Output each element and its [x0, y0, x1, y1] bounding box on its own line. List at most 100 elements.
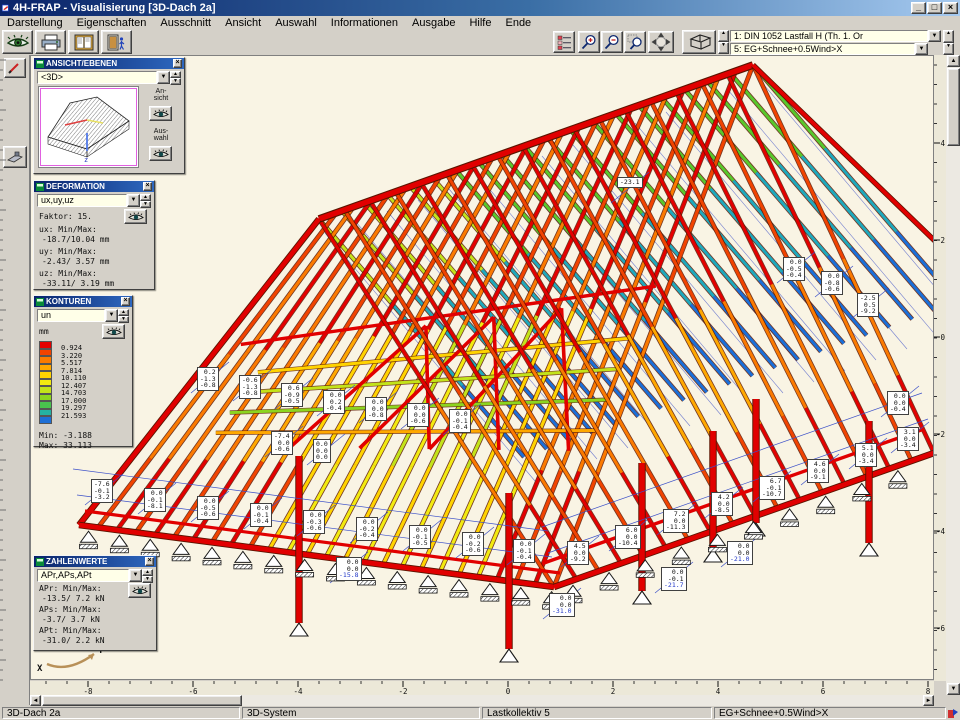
konturen-quantity-combobox[interactable]: un ▼ ▲▼	[37, 309, 129, 322]
load-combination-dropdown-arrow[interactable]: ▼	[915, 43, 928, 55]
view-selector-dropdown-arrow[interactable]: ▼	[157, 71, 170, 84]
deformation-uy-label: uy: Min/Max:	[39, 247, 149, 256]
load-case-combobox[interactable]: 1: DIN 1052 Lastfall H (Th. 1. Or ▼	[730, 30, 941, 42]
minimize-button[interactable]: _	[911, 2, 926, 14]
konturen-unit: mm	[39, 327, 49, 336]
print-button[interactable]	[35, 30, 66, 54]
menu-auswahl[interactable]: Auswahl	[268, 17, 324, 29]
zoom-window-icon	[627, 34, 643, 50]
panel-ansicht-titlebar[interactable]: ANSICHT/EBENEN ×	[34, 58, 184, 69]
load-combination-combobox[interactable]: 5: EG+Schnee+0.5Wind>X ▼	[730, 43, 928, 55]
konturen-min: Min: -3.188	[39, 431, 127, 440]
status-bar: 3D-Dach 2a3D-SystemLastkollektiv 5EG+Sch…	[0, 706, 960, 720]
scroll-up-button[interactable]: ▲	[947, 55, 960, 67]
menu-ansicht[interactable]: Ansicht	[218, 17, 268, 29]
svg-text:-4: -4	[293, 687, 303, 695]
konturen-dropdown-arrow[interactable]: ▼	[105, 309, 118, 322]
left-ruler-ticks	[0, 55, 8, 695]
ansicht-label: An-sicht	[144, 88, 178, 102]
menu-ende[interactable]: Ende	[498, 17, 538, 29]
ansicht-redraw-button[interactable]	[149, 106, 172, 121]
vertical-scroll-thumb[interactable]	[947, 68, 960, 146]
panel-zahlenwerte-titlebar[interactable]: ZAHLENWERTE ×	[34, 556, 156, 567]
zahlenwerte-dropdown-arrow[interactable]: ▼	[129, 569, 142, 582]
panel-icon	[36, 60, 44, 68]
zoom-out-button[interactable]	[601, 31, 623, 53]
value-label: 0.00.0-0.6	[407, 403, 429, 427]
app-icon	[2, 4, 10, 12]
view-spinner[interactable]: ▲▼	[718, 30, 729, 54]
view-selector-combobox[interactable]: <3D> ▼ ▲▼	[37, 71, 181, 84]
value-label: 7.20.0-11.3	[663, 509, 689, 533]
zoom-window-button[interactable]	[624, 31, 646, 53]
panel-close-icon[interactable]: ×	[173, 59, 182, 68]
deformation-component-combobox[interactable]: ux,uy,uz ▼ ▲▼	[37, 194, 151, 207]
exit-door-icon	[107, 34, 127, 51]
ruler-bottom: -8-6-4-202468	[30, 681, 934, 695]
menu-informationen[interactable]: Informationen	[324, 17, 405, 29]
load-combination-spinner[interactable]: ▲▼	[943, 30, 954, 55]
app-window: { "window": { "title": "4H-FRAP - Visual…	[0, 0, 960, 720]
contour-swatch	[39, 409, 52, 417]
value-label: 0.0-0.2-0.6	[462, 532, 484, 556]
panel-deformation: DEFORMATION × ux,uy,uz ▼ ▲▼ Faktor: 15. …	[33, 180, 155, 290]
menu-ausschnitt[interactable]: Ausschnitt	[153, 17, 218, 29]
deformation-dropdown-arrow[interactable]: ▼	[127, 194, 140, 207]
view-thumbnail[interactable]: z	[38, 86, 139, 168]
menu-eigenschaften[interactable]: Eigenschaften	[70, 17, 154, 29]
printer-icon	[41, 34, 61, 51]
view-3d-box-button[interactable]	[682, 30, 716, 54]
exit-button[interactable]	[101, 30, 132, 54]
deformation-uy-value: -2.43/ 3.57 mm	[39, 257, 149, 266]
svg-text:-4: -4	[936, 527, 946, 536]
panel-close-icon[interactable]: ×	[121, 297, 130, 306]
menu-ausgabe[interactable]: Ausgabe	[405, 17, 462, 29]
horizontal-scrollbar[interactable]: ◄ ►	[30, 695, 934, 706]
panel-title: KONTUREN	[44, 297, 91, 306]
svg-text:8: 8	[926, 687, 931, 695]
zoom-out-icon	[604, 34, 620, 50]
panel-deformation-titlebar[interactable]: DEFORMATION ×	[34, 181, 154, 192]
panel-close-icon[interactable]: ×	[143, 182, 152, 191]
menu-hilfe[interactable]: Hilfe	[462, 17, 498, 29]
zoom-in-button[interactable]	[578, 31, 600, 53]
help-book-button[interactable]	[68, 30, 99, 54]
load-case-dropdown-arrow[interactable]: ▼	[928, 30, 941, 42]
panel-konturen: KONTUREN × un ▼ ▲▼ mm 0.9243.2205.5177.8…	[33, 295, 133, 447]
scroll-down-button[interactable]: ▼	[947, 683, 960, 695]
auswahl-redraw-button[interactable]	[149, 146, 172, 161]
konturen-redraw-button[interactable]	[102, 324, 125, 339]
zahlenwerte-redraw-button[interactable]	[128, 583, 151, 598]
konturen-spinner[interactable]: ▲▼	[118, 309, 129, 322]
vertical-scrollbar[interactable]: ▲ ▼	[946, 55, 960, 695]
svg-text:-6: -6	[188, 687, 198, 695]
value-label: -23.1	[617, 177, 643, 188]
deformation-spinner[interactable]: ▲▼	[140, 194, 151, 207]
value-label: 0.00.0-31.0	[549, 593, 575, 617]
loadcase-tree-button[interactable]	[553, 31, 575, 53]
close-button[interactable]: ×	[943, 2, 958, 14]
redraw-button[interactable]	[2, 30, 33, 54]
contour-swatch	[39, 416, 52, 424]
view-selector-spinner[interactable]: ▲▼	[170, 71, 181, 84]
value-label: 0.0-0.1-0.5	[409, 525, 431, 549]
value-label: 4.60.0-9.1	[807, 459, 829, 483]
value-label: 0.00.0-0.4	[887, 391, 909, 415]
panel-konturen-titlebar[interactable]: KONTUREN ×	[34, 296, 132, 307]
maximize-button[interactable]: □	[927, 2, 942, 14]
panel-icon	[36, 183, 44, 191]
svg-text:-2: -2	[936, 430, 945, 439]
deformation-redraw-button[interactable]	[124, 209, 147, 224]
panel-title: DEFORMATION	[44, 182, 105, 191]
value-label: 0.2-1.3-0.8	[197, 367, 219, 391]
scroll-left-button[interactable]: ◄	[30, 695, 41, 706]
zahlenwerte-spinner[interactable]: ▲▼	[142, 569, 153, 582]
zahlenwerte-component-combobox[interactable]: APr,APs,APt ▼ ▲▼	[37, 569, 153, 582]
panel-close-icon[interactable]: ×	[145, 557, 154, 566]
pan-button[interactable]	[648, 31, 674, 53]
menu-darstellung[interactable]: Darstellung	[0, 17, 70, 29]
deformation-uz-label: uz: Min/Max:	[39, 269, 149, 278]
horizontal-scroll-thumb[interactable]	[42, 695, 242, 706]
contour-swatch	[39, 356, 52, 364]
scroll-right-button[interactable]: ►	[923, 695, 934, 706]
